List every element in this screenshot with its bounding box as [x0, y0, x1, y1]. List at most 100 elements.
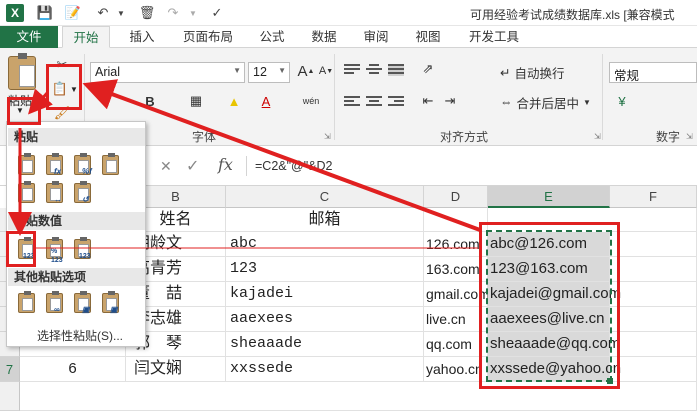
paste-formulas-number-format-icon[interactable]: %f	[71, 152, 95, 178]
font-name-select[interactable]: Arial ▼	[90, 62, 245, 83]
paste-keep-column-widths-icon[interactable]: ↔	[43, 180, 67, 206]
cell-c[interactable]: sheaaade	[226, 332, 424, 357]
merge-icon: ⇔	[500, 95, 513, 109]
row-header-7[interactable]: 7	[0, 357, 20, 382]
redo-icon[interactable]: ↷	[164, 4, 182, 22]
excel-window: X 💾 📝 ↶ ▼ 🗑 ↷ ▼ ✓ 可用经验考试成绩数据库.xls [兼容模式 …	[0, 0, 697, 411]
formula-input[interactable]: =C2&"@"&D2	[246, 156, 697, 176]
merge-center-button[interactable]: ⇔ 合并后居中 ▼	[500, 92, 591, 112]
cell-c[interactable]: xxssede	[226, 357, 424, 382]
paste-values-number-format-icon[interactable]: % 123	[43, 236, 67, 264]
grow-font-icon[interactable]: A ▲	[296, 62, 316, 80]
annotation-source-range-box	[479, 222, 620, 389]
tab-developer[interactable]: 开发工具	[462, 26, 526, 48]
tab-data[interactable]: 数据	[304, 26, 344, 48]
window-title: 可用经验考试成绩数据库.xls [兼容模式	[470, 8, 675, 22]
tab-page-layout[interactable]: 页面布局	[176, 26, 240, 48]
tab-view[interactable]: 视图	[408, 26, 448, 48]
cell-f[interactable]	[610, 332, 697, 357]
quick-print-icon[interactable]: 🗑	[138, 4, 156, 22]
annotation-copy-box	[46, 64, 82, 110]
undo-icon[interactable]: ↶	[94, 4, 112, 22]
bold-icon[interactable]: B	[140, 92, 160, 110]
paste-formulas-icon[interactable]: fx	[43, 152, 67, 178]
paste-icon[interactable]	[15, 152, 39, 178]
tab-review[interactable]: 审阅	[356, 26, 396, 48]
paste-keep-source-format-icon[interactable]	[99, 152, 123, 178]
paste-values-section-header: 粘贴数值	[8, 212, 145, 230]
tab-insert[interactable]: 插入	[122, 26, 162, 48]
paste-link-icon[interactable]: ∞	[43, 290, 67, 316]
undo-dropdown-icon[interactable]: ▼	[112, 4, 130, 22]
number-launcher-icon[interactable]: ⇲	[686, 132, 693, 141]
alignment-launcher-icon[interactable]: ⇲	[594, 132, 601, 141]
save-icon[interactable]: 💾	[36, 4, 54, 22]
increase-indent-icon[interactable]: ⇥	[440, 92, 460, 110]
column-header-f[interactable]: F	[610, 186, 697, 208]
column-header-e[interactable]: E	[488, 186, 610, 208]
ribbon-tabs: 文件 开始 插入 页面布局 公式 数据 审阅 视图 开发工具	[0, 26, 697, 48]
cell-f[interactable]	[610, 357, 697, 382]
column-header-c[interactable]: C	[226, 186, 424, 208]
title-bar: X 💾 📝 ↶ ▼ 🗑 ↷ ▼ ✓ 可用经验考试成绩数据库.xls [兼容模式	[0, 0, 697, 26]
other-paste-options-header: 其他粘贴选项	[8, 268, 145, 286]
paste-formatting-icon[interactable]	[15, 290, 39, 316]
cell[interactable]	[610, 208, 697, 232]
number-format-select[interactable]: 常规	[609, 62, 697, 83]
align-middle-icon[interactable]	[366, 64, 382, 76]
font-size-select[interactable]: 12 ▼	[248, 62, 290, 83]
cancel-icon[interactable]: ✕	[160, 158, 172, 175]
paste-section-header: 粘贴	[8, 128, 145, 146]
paste-linked-picture-icon[interactable]: ▣	[99, 290, 123, 316]
cell-b[interactable]: 闫文娴	[126, 357, 226, 382]
wrap-text-button[interactable]: ↵ 自动换行	[500, 62, 565, 82]
cell-f[interactable]	[610, 282, 697, 307]
cell-c[interactable]: kajadei	[226, 282, 424, 307]
align-left-icon[interactable]	[344, 96, 360, 108]
paste-no-borders-icon[interactable]	[15, 180, 39, 206]
font-color-icon[interactable]: A	[256, 92, 276, 110]
align-center-icon[interactable]	[366, 96, 382, 108]
spelling-icon[interactable]: ✓	[208, 4, 226, 22]
paste-picture-icon[interactable]: ▣	[71, 290, 95, 316]
phonetic-icon[interactable]: wén	[298, 92, 324, 110]
border-icon[interactable]: ▦	[186, 92, 206, 110]
cell-f[interactable]	[610, 257, 697, 282]
column-header-d[interactable]: D	[424, 186, 488, 208]
currency-icon[interactable]: ¥	[612, 92, 632, 110]
save-as-icon[interactable]: 📝	[64, 4, 82, 22]
row-header[interactable]	[0, 382, 20, 411]
wrap-text-icon: ↵	[500, 65, 511, 80]
fill-color-icon[interactable]: ▲	[224, 92, 244, 110]
redo-dropdown-icon[interactable]: ▼	[184, 4, 202, 22]
cell-f[interactable]	[610, 232, 697, 257]
tab-file[interactable]: 文件	[0, 26, 58, 48]
align-right-icon[interactable]	[388, 96, 404, 108]
insert-function-icon[interactable]: fx	[218, 155, 233, 174]
tab-home[interactable]: 开始	[62, 26, 110, 48]
paste-special-item[interactable]: 选择性粘贴(S)...	[37, 327, 123, 344]
cell-c[interactable]: 123	[226, 257, 424, 282]
group-alignment-label: 对齐方式	[440, 130, 489, 144]
orientation-icon[interactable]: ⇗	[418, 60, 438, 78]
cell-c[interactable]: aaexees	[226, 307, 424, 332]
font-launcher-icon[interactable]: ⇲	[324, 132, 331, 141]
cell-f[interactable]	[610, 307, 697, 332]
decrease-indent-icon[interactable]: ⇤	[418, 92, 438, 110]
paste-icon[interactable]	[8, 53, 36, 90]
paste-values-source-format-icon[interactable]: 123	[71, 236, 95, 262]
cell-a[interactable]: 6	[20, 357, 126, 382]
enter-icon[interactable]: ✓	[186, 156, 199, 176]
group-number-label: 数字	[656, 130, 681, 144]
align-top-icon[interactable]	[344, 64, 360, 76]
excel-logo-icon: X	[6, 4, 24, 22]
shrink-font-icon[interactable]: A ▼	[316, 62, 336, 80]
cell-c[interactable]: abc	[226, 232, 424, 257]
annotation-paste-dropdown-box	[7, 97, 41, 125]
annotation-paste-values-box	[6, 231, 36, 267]
paste-transpose-icon[interactable]: ↺	[71, 180, 95, 206]
tab-formulas[interactable]: 公式	[252, 26, 292, 48]
cell-header-email[interactable]: 邮箱	[226, 208, 424, 232]
group-font-label: 字体	[192, 130, 217, 144]
align-bottom-icon[interactable]	[388, 64, 404, 76]
